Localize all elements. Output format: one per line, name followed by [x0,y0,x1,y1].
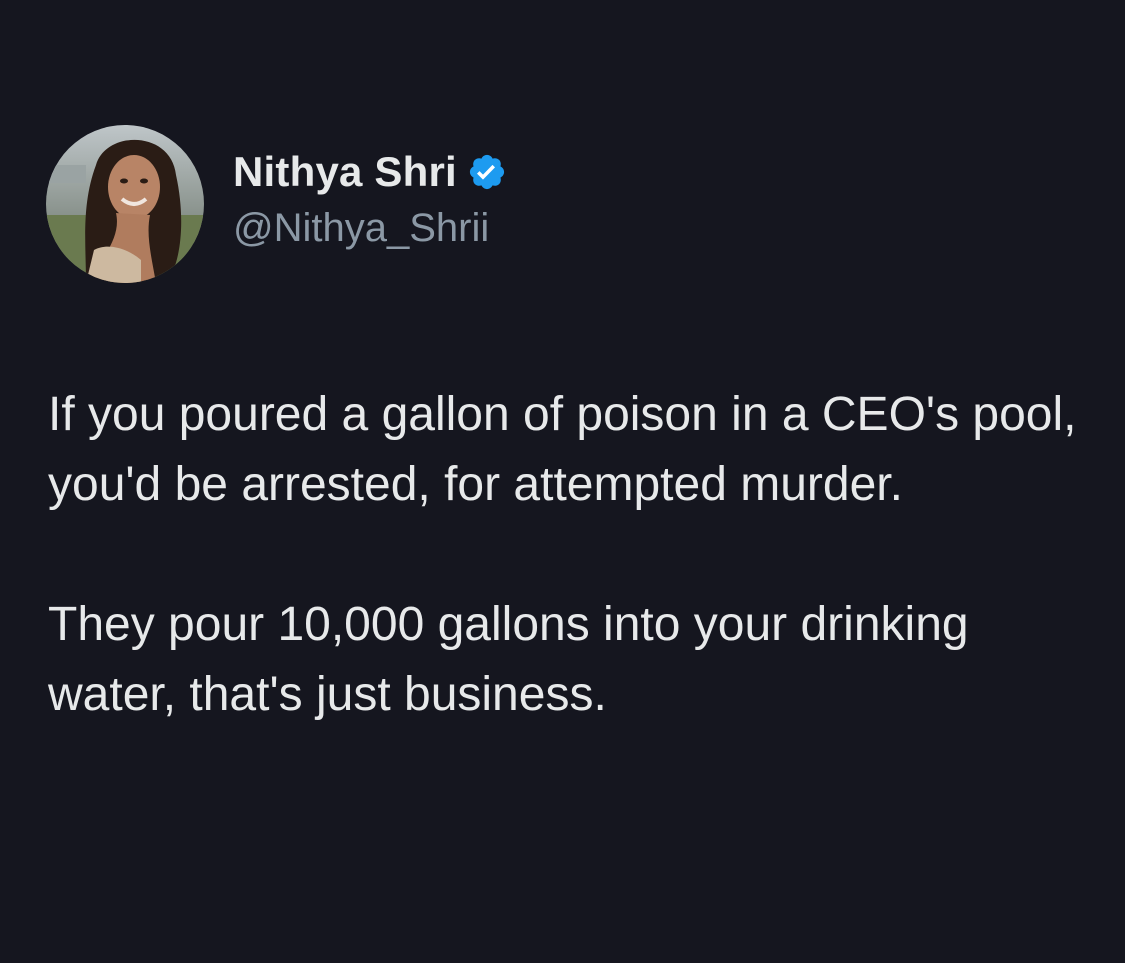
avatar-photo [46,125,204,283]
tweet-paragraph-2: They pour 10,000 gallons into your drink… [48,598,969,721]
tweet-paragraph-1: If you poured a gallon of poison in a CE… [48,388,1077,511]
tweet-text: If you poured a gallon of poison in a CE… [48,380,1088,730]
tweet-header: Nithya Shri @Nithya_Shrii [46,125,507,283]
verified-badge-icon [467,152,507,192]
display-name[interactable]: Nithya Shri [233,148,457,196]
handle[interactable]: @Nithya_Shrii [233,206,507,251]
avatar[interactable] [46,125,204,283]
name-row: Nithya Shri [233,148,507,196]
tweet-card: Nithya Shri @Nithya_Shrii If you poured … [0,0,1125,963]
author-names: Nithya Shri @Nithya_Shrii [233,148,507,251]
